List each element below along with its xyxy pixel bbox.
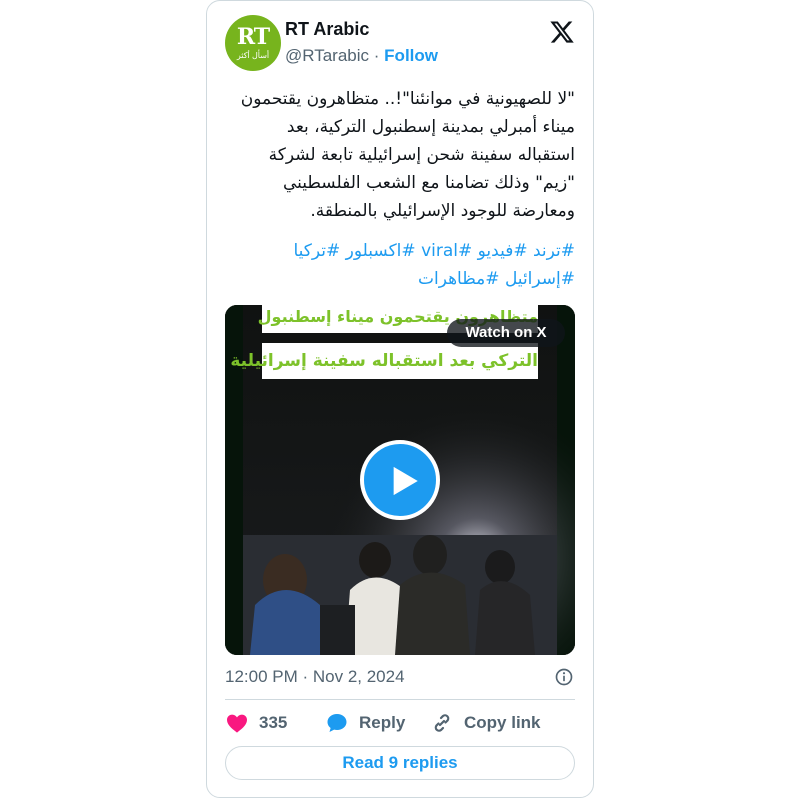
like-button[interactable]: 335: [225, 711, 287, 735]
play-button[interactable]: [360, 440, 440, 520]
account-name[interactable]: RT Arabic: [285, 19, 369, 40]
avatar-logo: RT: [236, 24, 270, 50]
link-icon: [434, 714, 450, 732]
read-replies-button[interactable]: Read 9 replies: [225, 746, 575, 780]
hashtag-israel[interactable]: #إسرائيل: [505, 269, 575, 289]
reply-label: Reply: [359, 713, 406, 732]
like-count: 335: [259, 713, 288, 732]
handle-separator: ·: [373, 46, 380, 65]
follow-button[interactable]: Follow: [384, 46, 438, 65]
x-logo-icon[interactable]: [549, 19, 575, 45]
tweet-card: RT أسأل أكثر RT Arabic @RTarabic · Follo…: [206, 0, 594, 798]
watch-on-x-button[interactable]: Watch on X: [447, 319, 565, 347]
hashtag-trend[interactable]: #ترند: [533, 241, 575, 261]
tweet-text: "لا للصهيونية في موانئنا"!.. متظاهرون يق…: [240, 89, 575, 221]
hashtag-turkey[interactable]: #تركيا: [294, 241, 341, 261]
account-handle[interactable]: @RTarabic: [285, 46, 369, 65]
copy-link-label: Copy link: [464, 713, 541, 732]
play-icon: [393, 466, 418, 496]
hashtag-protests[interactable]: #مظاهرات: [418, 269, 500, 289]
video-player[interactable]: متظاهرون يقتحمون ميناء إسطنبول التركي بع…: [225, 305, 575, 655]
hashtag-list: #ترند #فيديو #viral #اكسبلور #تركيا #إسر…: [225, 237, 576, 293]
copy-link-button[interactable]: Copy link: [430, 711, 541, 735]
heart-icon: [227, 714, 247, 733]
hashtag-video[interactable]: #فيديو: [478, 241, 528, 261]
divider: [225, 699, 575, 700]
reply-icon: [327, 714, 347, 732]
reply-button[interactable]: Reply: [325, 711, 405, 735]
avatar[interactable]: RT أسأل أكثر: [225, 15, 281, 71]
hashtag-explore[interactable]: #اكسبلور: [346, 241, 416, 261]
avatar-subtitle: أسأل أكثر: [236, 51, 270, 60]
tweet-timestamp[interactable]: 12:00 PM · Nov 2, 2024: [225, 667, 405, 687]
account-handle-row: @RTarabic · Follow: [285, 46, 438, 66]
video-caption-line2: التركي بعد استقباله سفينة إسرائيلية: [230, 343, 538, 379]
info-icon[interactable]: [554, 667, 574, 687]
hashtag-viral[interactable]: #viral: [421, 241, 472, 261]
